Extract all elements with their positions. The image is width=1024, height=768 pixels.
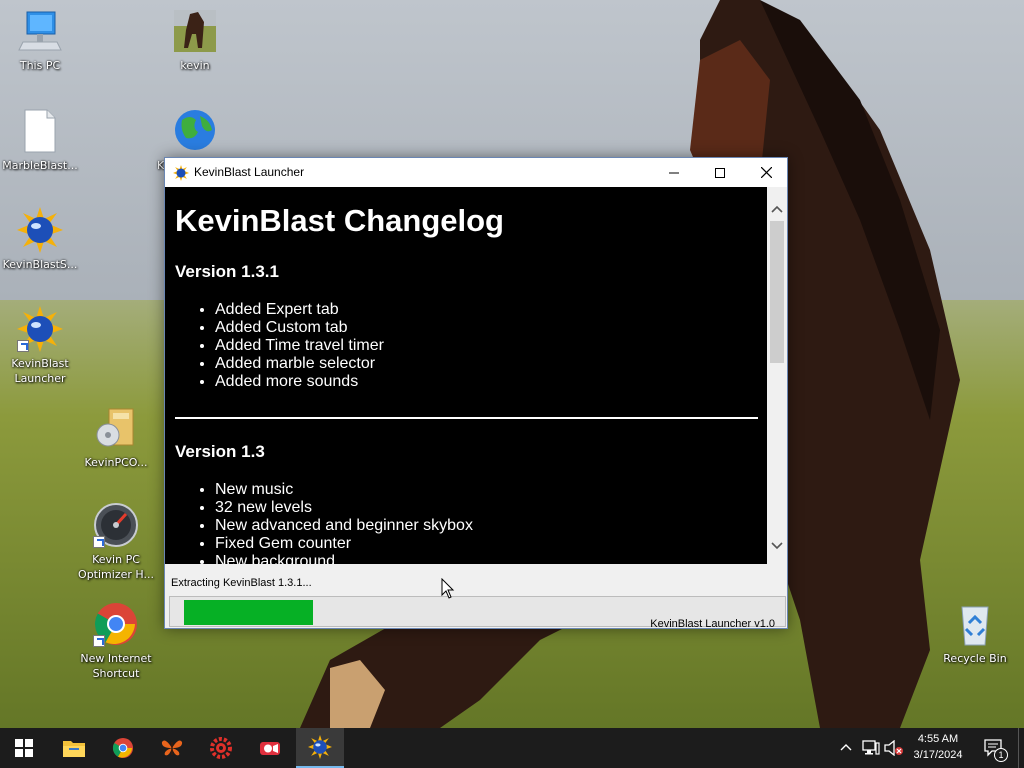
- scrollbar-thumb[interactable]: [770, 221, 784, 363]
- kevinblast-icon: [17, 207, 63, 253]
- vertical-scrollbar[interactable]: [767, 187, 787, 564]
- computer-icon: [17, 8, 63, 54]
- show-desktop-button[interactable]: [1018, 728, 1024, 768]
- start-button[interactable]: [0, 728, 48, 768]
- launcher-window: KevinBlast Launcher KevinBlast Changelog…: [164, 157, 788, 630]
- network-icon[interactable]: [862, 740, 880, 756]
- taskbar-recorder-app[interactable]: [246, 728, 294, 768]
- list-item: Added marble selector: [215, 355, 757, 373]
- file-explorer-icon: [63, 741, 85, 757]
- recycle-bin-icon: [952, 601, 998, 647]
- version-heading: Version 1.3.1: [175, 262, 279, 281]
- taskbar-butterfly-app[interactable]: [148, 728, 196, 768]
- desktop-icon-label: KevinPCO...: [84, 456, 148, 469]
- system-clock[interactable]: 4:55 AM 3/17/2024: [906, 731, 970, 763]
- installer-box-icon: [93, 405, 139, 451]
- close-button[interactable]: [743, 158, 789, 187]
- clock-date: 3/17/2024: [913, 749, 963, 761]
- desktop-icon-label: Kevin PC Optimizer H...: [78, 553, 154, 581]
- shortcut-arrow-icon: [17, 340, 29, 352]
- desktop-icon-kevin[interactable]: kevin: [155, 8, 235, 73]
- kevinblast-icon: [308, 735, 332, 759]
- speedometer-icon: [93, 502, 139, 548]
- show-hidden-icons-chevron-icon[interactable]: [840, 743, 852, 751]
- progress-bar-fill: [184, 600, 313, 625]
- list-item: Fixed Gem counter: [215, 535, 757, 553]
- taskbar-file-explorer[interactable]: [50, 728, 98, 768]
- desktop-icon-label: MarbleBlast...: [2, 159, 78, 172]
- desktop-icon-label: This PC: [19, 59, 61, 72]
- notification-badge: 1: [994, 748, 1008, 762]
- list-item: 32 new levels: [215, 499, 757, 517]
- progress-bar: KevinBlast Launcher v1.0: [169, 596, 786, 630]
- desktop-icon-kevinblast-launcher[interactable]: KevinBlast Launcher: [0, 306, 80, 386]
- desktop-icon-this-pc[interactable]: This PC: [0, 8, 80, 73]
- horse-photo-icon: [172, 8, 218, 54]
- scroll-up-button[interactable]: [767, 200, 787, 218]
- desktop-icon-kevin-pc-optimizer[interactable]: Kevin PC Optimizer H...: [76, 502, 156, 582]
- desktop-icon-marbleblast-file[interactable]: MarbleBlast...: [0, 108, 80, 173]
- maximize-button[interactable]: [697, 158, 743, 187]
- list-item: New music: [215, 481, 757, 499]
- status-text: Extracting KevinBlast 1.3.1...: [171, 577, 312, 589]
- desktop-icon-label: New Internet Shortcut: [80, 652, 152, 680]
- shortcut-arrow-icon: [93, 635, 105, 647]
- desktop-icon-label: kevin: [180, 59, 210, 72]
- start-icon: [15, 739, 33, 757]
- desktop-icon-new-internet-shortcut[interactable]: New Internet Shortcut: [76, 601, 156, 681]
- desktop-icon-label: KevinBlastS...: [2, 258, 78, 271]
- changelog-panel[interactable]: KevinBlast Changelog Version 1.3.1 Added…: [165, 187, 767, 564]
- desktop-icon-kevinblast-setup[interactable]: KevinBlastS...: [0, 207, 80, 272]
- version-label: KevinBlast Launcher v1.0: [650, 618, 775, 630]
- list-item: New background: [215, 553, 757, 564]
- window-title: KevinBlast Launcher: [194, 165, 305, 179]
- version-heading: Version 1.3: [175, 442, 265, 461]
- kevinblast-icon: [173, 165, 189, 181]
- desktop-icon-kevinpc-optimizer-setup[interactable]: KevinPCO...: [76, 405, 156, 470]
- minimize-button[interactable]: [651, 158, 697, 187]
- clock-time: 4:55 AM: [917, 733, 959, 745]
- action-center-button[interactable]: 1: [980, 728, 1008, 768]
- globe-icon: [172, 108, 218, 154]
- shortcut-arrow-icon: [93, 536, 105, 548]
- taskbar: 4:55 AM 3/17/2024 1: [0, 728, 1024, 768]
- changelog-heading: KevinBlast Changelog: [175, 203, 504, 238]
- list-item: Added Custom tab: [215, 319, 757, 337]
- video-recorder-icon: [260, 742, 280, 755]
- butterfly-icon: [161, 740, 183, 756]
- list-item: Added Expert tab: [215, 301, 757, 319]
- scroll-down-button[interactable]: [767, 537, 787, 555]
- chrome-icon: [112, 737, 134, 759]
- list-item: New advanced and beginner skybox: [215, 517, 757, 535]
- chrome-icon: [93, 601, 139, 647]
- taskbar-gear-app[interactable]: [197, 728, 245, 768]
- title-bar[interactable]: KevinBlast Launcher: [165, 158, 787, 187]
- taskbar-chrome[interactable]: [99, 728, 147, 768]
- list-item: Added Time travel timer: [215, 337, 757, 355]
- volume-muted-icon[interactable]: [884, 740, 904, 756]
- taskbar-kevinblast-launcher[interactable]: [296, 728, 344, 768]
- changelog-list: New music 32 new levels New advanced and…: [175, 481, 757, 564]
- red-gear-icon: [210, 737, 232, 759]
- desktop-icon-label: KevinBlast Launcher: [11, 357, 69, 385]
- changelog-list: Added Expert tab Added Custom tab Added …: [175, 301, 757, 391]
- kevinblast-icon: [17, 306, 63, 352]
- desktop-icon-recycle-bin[interactable]: Recycle Bin: [935, 601, 1015, 666]
- desktop-icon-label: Recycle Bin: [943, 652, 1007, 665]
- divider: [175, 417, 758, 419]
- list-item: Added more sounds: [215, 373, 757, 391]
- blank-file-icon: [17, 108, 63, 154]
- mouse-cursor-icon: [441, 578, 455, 599]
